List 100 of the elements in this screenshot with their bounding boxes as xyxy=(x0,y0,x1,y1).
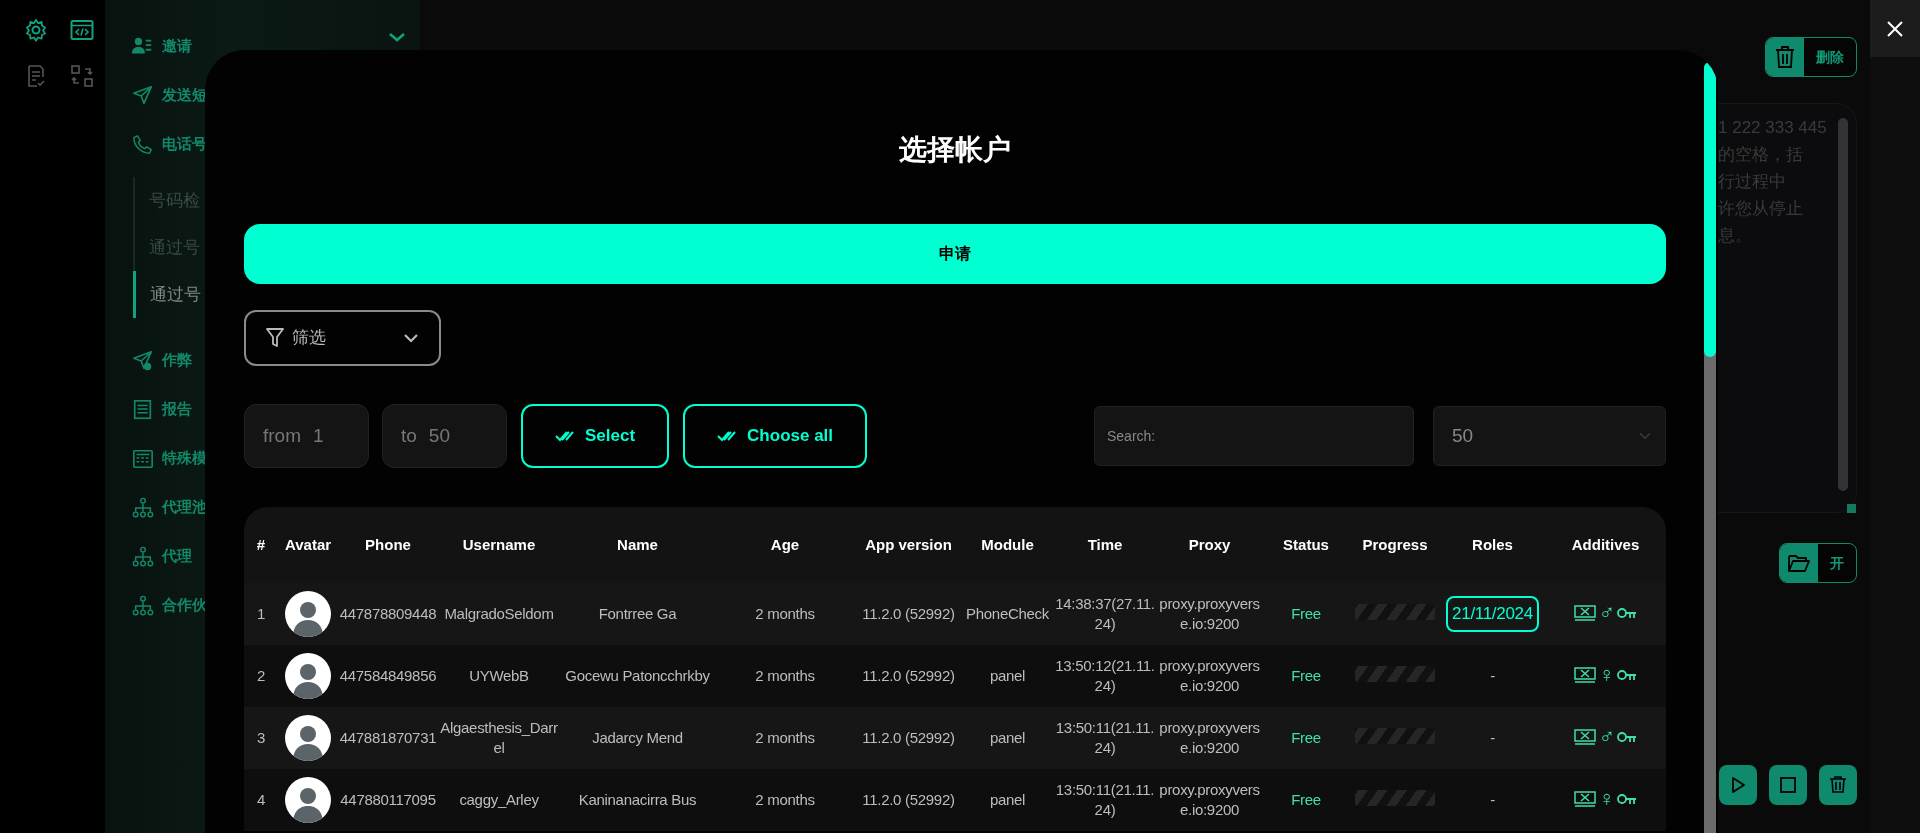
table-cell: Gocewu Patoncchrkby xyxy=(565,667,710,684)
send-plus-icon xyxy=(132,349,154,372)
sidebar-item[interactable]: 特殊模 xyxy=(162,447,207,470)
table-cell: 1 xyxy=(256,605,265,622)
key-icon xyxy=(1616,669,1637,681)
column-header: Status xyxy=(1282,534,1330,555)
from-field[interactable]: 1 xyxy=(313,421,363,451)
table-cell: Fontrree Ga xyxy=(598,605,677,622)
column-header: Avatar xyxy=(283,534,333,555)
delete-button[interactable]: 删除 xyxy=(1765,37,1857,77)
table-cell: panel xyxy=(989,729,1026,746)
avatar-icon xyxy=(285,715,331,761)
play-icon xyxy=(1729,776,1747,794)
sidebar-item[interactable]: 作弊 xyxy=(162,349,192,372)
table-cell: caggy_Arley xyxy=(459,791,539,808)
table-cell: - xyxy=(1490,729,1495,746)
gender-icon: ♀ xyxy=(1598,788,1615,810)
sidebar-item[interactable]: 邀请 xyxy=(162,35,192,58)
table-cell: panel xyxy=(989,791,1026,808)
status-text: Free xyxy=(1291,605,1321,622)
table-cell: 447880117095 xyxy=(340,791,436,808)
play-button[interactable] xyxy=(1719,765,1757,805)
table-cell: Jadarcy Mend xyxy=(592,729,683,746)
swap-icon[interactable] xyxy=(70,64,94,88)
table-cell: proxy.proxyverse.io:9200 xyxy=(1159,657,1260,694)
status-text: Free xyxy=(1291,729,1321,746)
apply-button[interactable]: 申请 xyxy=(244,224,1666,284)
stop-button[interactable] xyxy=(1769,765,1807,805)
stop-icon xyxy=(1779,776,1797,794)
choose-all-button[interactable]: Choose all xyxy=(683,404,868,468)
table-cell: - xyxy=(1490,667,1495,684)
table-cell: 2 xyxy=(256,667,265,684)
column-header: Progress xyxy=(1361,534,1429,555)
sidebar-item[interactable]: 代理 xyxy=(162,545,192,568)
from-label: from xyxy=(263,423,301,448)
table-cell: Algaesthesis_Darrel xyxy=(440,719,558,756)
submenu-item[interactable]: 通过号 xyxy=(133,271,201,318)
avatar-icon xyxy=(285,591,331,637)
phone-icon xyxy=(132,133,154,156)
column-header: Roles xyxy=(1471,534,1514,555)
network-icon xyxy=(132,496,154,519)
status-text: Free xyxy=(1291,791,1321,808)
table-cell: 447881870731 xyxy=(339,729,437,746)
sidebar-item[interactable]: 电话号 xyxy=(162,133,207,156)
table-cell: MalgradoSeldom xyxy=(444,605,554,622)
close-button[interactable] xyxy=(1870,0,1920,57)
table-cell: 11.2.0 (52992) xyxy=(862,791,955,808)
gear-icon[interactable] xyxy=(24,18,48,42)
column-header: Age xyxy=(769,534,801,555)
column-header: Phone xyxy=(364,534,412,555)
table-cell: proxy.proxyverse.io:9200 xyxy=(1159,595,1260,632)
network-icon xyxy=(132,594,154,617)
resize-handle[interactable] xyxy=(1847,504,1856,513)
monitor-x-icon xyxy=(1574,605,1597,621)
delete-icon-button[interactable] xyxy=(1819,765,1857,805)
scrollbar[interactable] xyxy=(1838,118,1848,491)
table-cell: 3 xyxy=(256,729,265,746)
to-label: to xyxy=(401,423,417,448)
search-field[interactable]: Search: xyxy=(1094,406,1414,466)
gender-icon: ♂ xyxy=(1598,726,1615,748)
trash-icon xyxy=(1775,46,1795,68)
table-cell: 2 months xyxy=(755,667,815,684)
folder-icon xyxy=(1788,554,1810,572)
code-window-icon[interactable] xyxy=(70,18,94,42)
network-icon xyxy=(132,545,154,568)
dialog-title: 选择帐户 xyxy=(898,133,1012,167)
monitor-x-icon xyxy=(1574,667,1597,683)
scrollbar[interactable] xyxy=(1704,62,1716,833)
table-cell: 13:50:11(21.11.24) xyxy=(1055,781,1155,818)
send-icon xyxy=(132,84,154,107)
key-icon xyxy=(1616,793,1637,805)
table-cell: 11.2.0 (52992) xyxy=(862,667,955,684)
column-header: Username xyxy=(461,534,537,555)
sidebar-item[interactable]: 报告 xyxy=(162,398,192,421)
table-cell: 2 months xyxy=(755,729,815,746)
gender-icon: ♂ xyxy=(1598,602,1615,624)
filter-dropdown[interactable]: 筛选 xyxy=(244,310,441,366)
chevron-down-icon xyxy=(403,333,419,343)
avatar-icon xyxy=(285,653,331,699)
sidebar-item[interactable]: 发送短 xyxy=(162,84,207,107)
sidebar-item[interactable]: 合作伙 xyxy=(162,594,207,617)
table-cell: 13:50:11(21.11.24) xyxy=(1055,719,1155,756)
table-cell: 4 xyxy=(256,791,265,808)
open-button[interactable]: 开 xyxy=(1779,543,1857,583)
column-header: App version xyxy=(864,534,953,555)
column-header: Time xyxy=(1086,534,1124,555)
close-icon xyxy=(1886,19,1904,38)
double-check-icon xyxy=(555,429,575,443)
column-header: # xyxy=(255,534,267,555)
select-button[interactable]: Select xyxy=(521,404,670,468)
table-cell: 14:38:37(27.11.24) xyxy=(1055,595,1155,632)
table-cell: 447584849856 xyxy=(339,667,437,684)
page-size-select[interactable]: 50 xyxy=(1433,406,1666,466)
table-cell: Kaninanacirra Bus xyxy=(578,791,697,808)
to-field[interactable]: 50 xyxy=(428,421,479,451)
table-cell: 11.2.0 (52992) xyxy=(862,729,955,746)
table-cell: proxy.proxyverse.io:9200 xyxy=(1159,719,1260,756)
key-icon xyxy=(1616,607,1637,619)
table-cell: 447878809448 xyxy=(339,605,437,622)
report-icon xyxy=(132,398,154,421)
